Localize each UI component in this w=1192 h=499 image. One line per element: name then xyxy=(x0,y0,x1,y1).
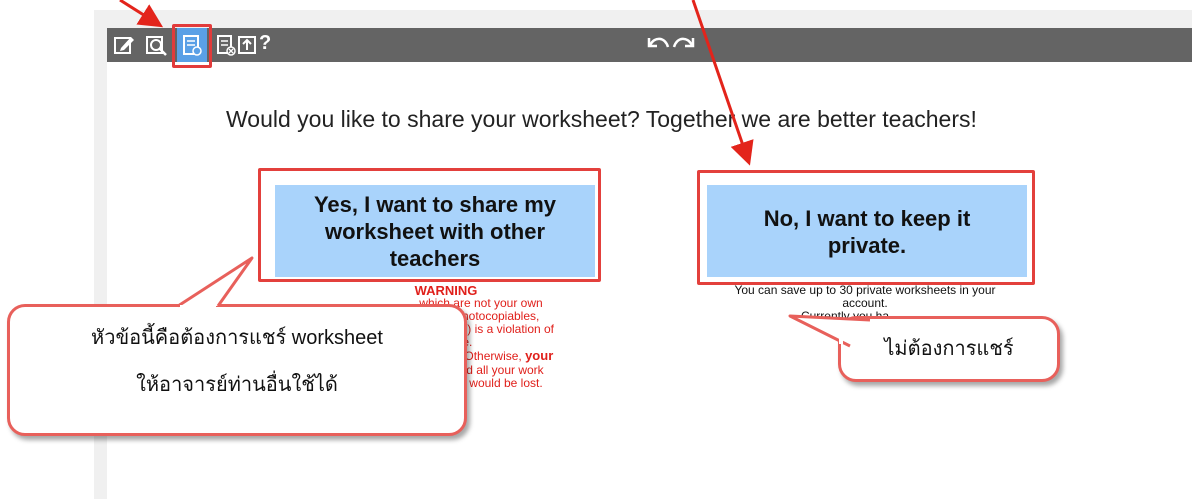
undo-redo-icons xyxy=(643,30,699,58)
keep-private-label-line: No, I want to keep it xyxy=(763,206,971,231)
edit-icon[interactable] xyxy=(113,34,135,56)
callout-share-explanation: หัวข้อนี้คือต้องการแชร์ worksheet ให้อาจ… xyxy=(7,304,467,436)
share-button-label-line: Yes, I want to share my xyxy=(313,192,557,217)
share-button-label-line: worksheet with other xyxy=(324,219,546,244)
keep-private-button[interactable]: No, I want to keep it private. xyxy=(707,185,1027,277)
share-button[interactable]: Yes, I want to share my worksheet with o… xyxy=(275,185,595,277)
preview-icon[interactable] xyxy=(145,34,167,56)
redo-icon[interactable] xyxy=(672,37,695,48)
share-button-label-line: teachers xyxy=(389,246,481,271)
unshare-icon[interactable] xyxy=(215,34,237,56)
share-question: Would you like to share your worksheet? … xyxy=(226,106,977,132)
help-icon[interactable]: ? xyxy=(259,32,271,55)
keep-private-label-line: private. xyxy=(827,233,907,258)
callout-line: หัวข้อนี้คือต้องการแชร์ worksheet xyxy=(91,327,383,349)
share-icon-highlight xyxy=(172,24,212,68)
undo-icon[interactable] xyxy=(647,37,670,48)
export-icon[interactable] xyxy=(236,34,258,56)
callout-keep-private: ไม่ต้องการแชร์ xyxy=(838,316,1060,382)
callout-line: ให้อาจารย์ท่านอื่นใช้ได้ xyxy=(136,374,338,396)
warning-line-bold: your xyxy=(525,348,554,363)
